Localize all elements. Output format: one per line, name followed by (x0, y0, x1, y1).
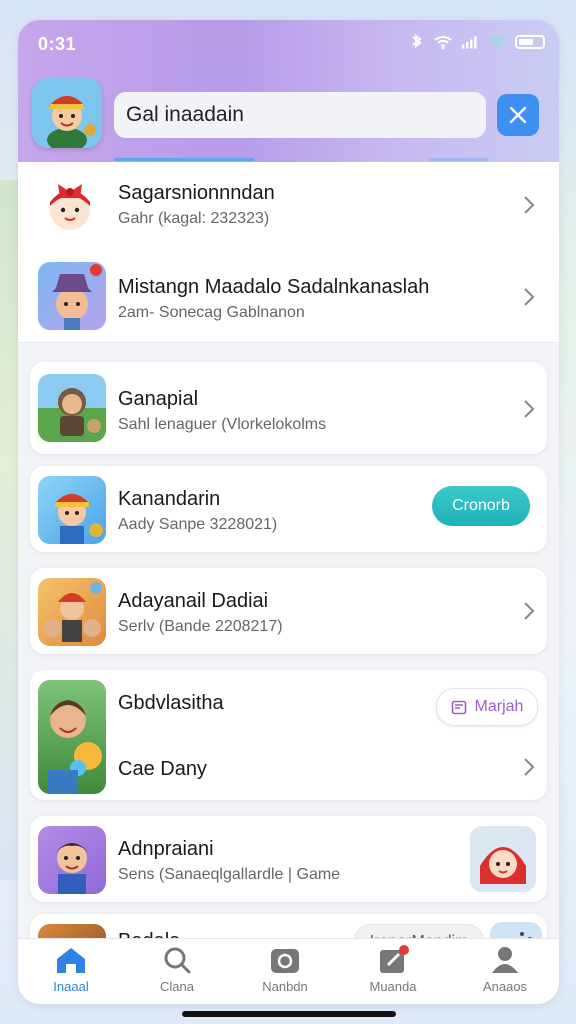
clear-search-button[interactable] (497, 94, 539, 136)
list-item[interactable]: Adayanail Dadiai Serlv (Bande 2208217) (30, 568, 547, 654)
action-button[interactable]: Cronorb (432, 486, 530, 526)
status-bar: 0:31 (18, 20, 559, 68)
tab-indicator-secondary (428, 158, 488, 161)
pirate-character-icon (54, 494, 103, 544)
nav-label: Inaaal (53, 979, 89, 994)
chevron-right-icon (524, 758, 535, 776)
search-icon (164, 947, 191, 974)
nav-label: Anaaos (482, 979, 528, 994)
item-thumbnail (38, 826, 106, 894)
item-subtitle: Aady Sanpe 3228021) (118, 516, 278, 533)
item-subtitle: Sahl lenaguer (Vlorkelokolms (118, 416, 327, 433)
bottom-navigation: Inaaal Clana Nanbdn Muanda Anaaos (18, 938, 559, 1004)
group-characters-icon (43, 582, 102, 642)
status-icons (407, 34, 545, 50)
adventurer-character-icon (58, 388, 101, 436)
item-title: Ganapial (118, 388, 199, 410)
nav-item-profile[interactable]: Anaaos (460, 945, 550, 994)
list-item[interactable]: Ganapial Sahl lenaguer (Vlorkelokolms (30, 362, 547, 454)
item-title: Adayanail Dadiai (118, 590, 269, 612)
item-subtitle: 2am- Sonecag Gablnanon (118, 304, 305, 321)
wifi-icon (434, 36, 452, 50)
nav-label: Nanbdn (262, 979, 308, 994)
edit-icon (380, 945, 409, 973)
red-hood-character-icon (480, 847, 526, 884)
girl-character-icon (50, 184, 90, 230)
item-thumbnail (38, 578, 106, 646)
nav-label: Muanda (369, 979, 417, 994)
item-title: Kanandarin (118, 488, 221, 510)
smiling-character-icon (48, 700, 102, 794)
nav-label: Clana (160, 979, 194, 994)
item-thumbnail (38, 680, 106, 794)
item-thumbnail (38, 476, 106, 544)
app-header: 0:31 (18, 20, 559, 162)
wifi-secondary-icon (488, 36, 506, 49)
item-title: Gbdvlasitha (118, 692, 224, 714)
side-thumbnail[interactable] (470, 826, 536, 892)
chevron-right-icon (524, 196, 535, 214)
nav-item-search[interactable]: Clana (132, 945, 222, 994)
bluetooth-icon (412, 34, 422, 48)
list-item[interactable]: Sagarsnionnndan Gahr (kagal: 232323) (18, 162, 559, 251)
chevron-right-icon (524, 602, 535, 620)
nav-item-edit[interactable]: Muanda (348, 945, 438, 994)
search-input[interactable] (114, 92, 486, 138)
list-item[interactable]: Adnpraiani Sens (Sanaeqlgallardle | Game (30, 816, 547, 902)
list-item[interactable]: Kanandarin Aady Sanpe 3228021) Cronorb (30, 466, 547, 552)
profile-avatar[interactable] (32, 78, 102, 148)
item-subtitle: Gahr (kagal: 232323) (118, 210, 270, 227)
calendar-icon (451, 700, 466, 715)
tab-indicator (114, 158, 254, 161)
item-thumbnail (36, 172, 104, 240)
chevron-right-icon (524, 288, 535, 306)
home-icon (57, 948, 85, 973)
boy-character-icon (56, 843, 88, 894)
nav-item-camera[interactable]: Nanbdn (240, 945, 330, 994)
item-thumbnail (38, 374, 106, 442)
item-title: Adnpraiani (118, 838, 214, 860)
list-item[interactable]: Gbdvlasitha Cae Dany Marjah (30, 670, 547, 800)
item-thumbnail (38, 262, 106, 330)
nav-item-home[interactable]: Inaaal (26, 945, 116, 994)
hat-character-icon (52, 264, 102, 330)
camera-icon (271, 949, 299, 973)
close-icon (509, 106, 527, 124)
status-time: 0:31 (38, 34, 77, 54)
battery-icon (515, 35, 545, 49)
signal-icon (461, 36, 477, 49)
item-subtitle: Cae Dany (118, 758, 207, 780)
list-item[interactable]: Mistangn Maadalo Sadalnkanaslah 2am- Son… (18, 250, 559, 343)
action-label: Marjah (474, 698, 524, 715)
item-title: Mistangn Maadalo Sadalnkanaslah (118, 276, 430, 298)
chevron-right-icon (524, 400, 535, 418)
profile-icon (492, 947, 518, 973)
item-subtitle: Sens (Sanaeqlgallardle | Game (118, 866, 341, 883)
phone-screen: 0:31 Gal inaadain Sagarsnionnndan Gahr (… (18, 20, 559, 1004)
item-subtitle: Serlv (Bande 2208217) (118, 618, 283, 635)
home-indicator[interactable] (182, 1011, 396, 1017)
pirate-character-icon (32, 78, 102, 148)
action-button[interactable]: Marjah (436, 688, 538, 726)
item-title: Sagarsnionnndan (118, 182, 275, 204)
